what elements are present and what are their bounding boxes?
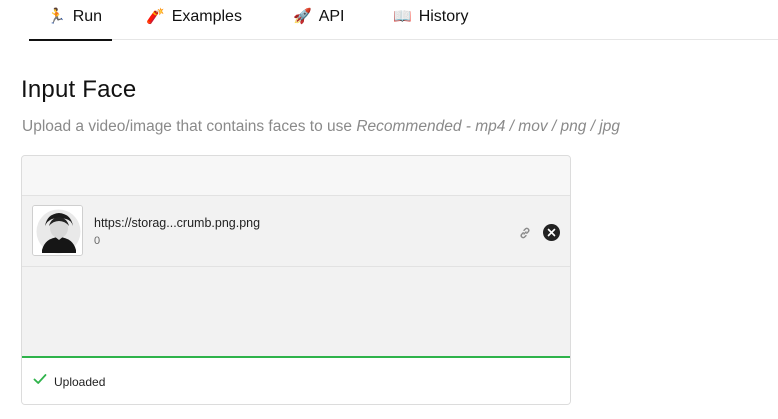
rocket-icon: 🚀 [293, 8, 312, 25]
remove-file-button[interactable] [543, 224, 560, 241]
uploader-header [22, 156, 570, 196]
upload-status-bar: Uploaded [22, 356, 570, 404]
close-icon [547, 228, 556, 237]
link-icon[interactable] [518, 226, 532, 240]
file-size: 0 [94, 235, 101, 247]
firecracker-icon: 🧨 [146, 8, 165, 25]
tab-examples-label: Examples [171, 8, 242, 25]
tab-api[interactable]: 🚀 API [293, 8, 344, 40]
description-text: Upload a video/image that contains faces… [22, 118, 357, 135]
upload-status-text: Uploaded [54, 375, 106, 389]
book-icon: 📖 [393, 8, 412, 25]
tab-run[interactable]: 🏃 Run [29, 8, 112, 41]
tab-bar: 🏃 Run 🧨 Examples 🚀 API 📖 History [29, 0, 778, 41]
tab-run-label: Run [72, 8, 103, 25]
format-hint: Recommended - mp4 / mov / png / jpg [356, 118, 620, 135]
file-uploader[interactable]: https://storag...crumb.png.png 0 Uploade… [21, 155, 571, 405]
file-thumbnail [32, 205, 83, 256]
tab-history[interactable]: 📖 History [393, 8, 468, 40]
section-title: Input Face [21, 76, 137, 103]
runner-icon: 🏃 [47, 8, 66, 25]
file-name: https://storag...crumb.png.png [94, 216, 261, 230]
check-icon [33, 372, 47, 386]
tab-history-label: History [418, 8, 469, 25]
section-description: Upload a video/image that contains faces… [22, 118, 620, 136]
tab-examples[interactable]: 🧨 Examples [146, 8, 242, 40]
drop-area[interactable] [22, 267, 570, 357]
file-item: https://storag...crumb.png.png 0 [22, 196, 570, 267]
tab-api-label: API [318, 8, 345, 25]
